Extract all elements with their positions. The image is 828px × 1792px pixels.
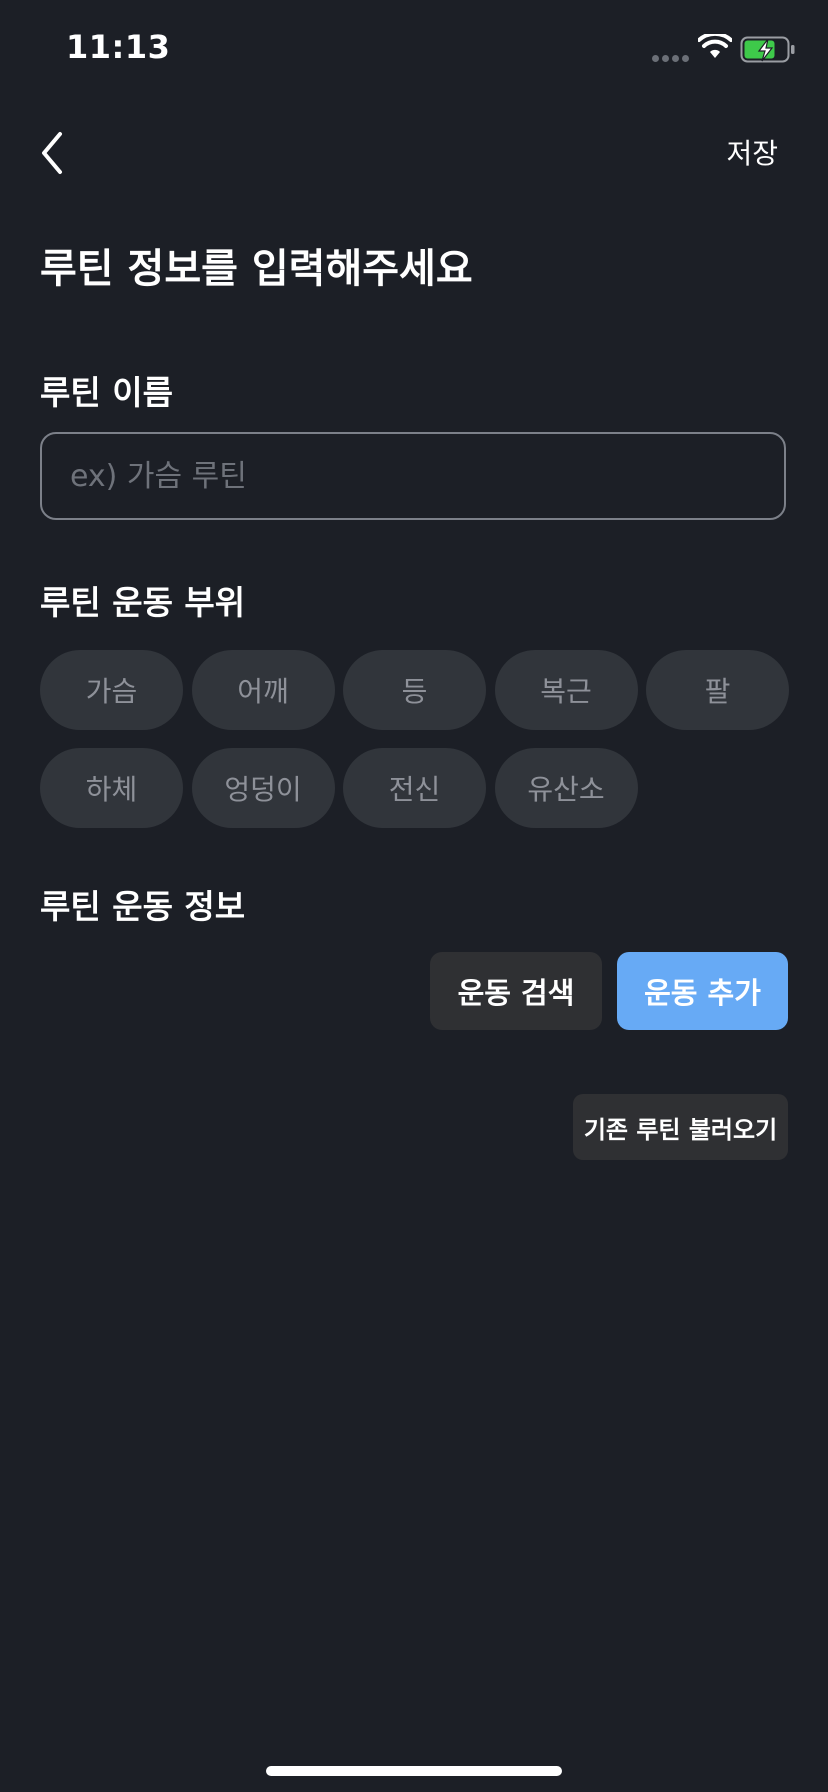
exercise-info-label: 루틴 운동 정보: [40, 887, 246, 926]
status-time: 11:13: [66, 28, 171, 66]
routine-name-label: 루틴 이름: [40, 373, 173, 412]
body-part-chip-abs[interactable]: 복근: [494, 650, 638, 730]
body-part-chip-lower-body[interactable]: 하체: [40, 748, 183, 828]
navigation-bar: 저장: [0, 110, 828, 192]
body-part-chip-arm[interactable]: 팔: [646, 650, 789, 730]
body-part-chip-chest[interactable]: 가슴: [40, 650, 183, 730]
body-part-chip-cardio[interactable]: 유산소: [494, 748, 638, 828]
page-title: 루틴 정보를 입력해주세요: [40, 246, 473, 292]
load-existing-routine-button[interactable]: 기존 루틴 불러오기: [573, 1094, 788, 1160]
wifi-icon: [697, 31, 733, 64]
status-bar: 11:13: [0, 0, 828, 100]
home-indicator[interactable]: [266, 1766, 562, 1776]
body-part-chip-back[interactable]: 등: [343, 650, 486, 730]
back-button[interactable]: [30, 128, 80, 178]
body-part-chip-group: 가슴 어깨 등 복근 팔 하체 엉덩이 전신 유산소: [40, 650, 790, 828]
battery-charging-icon: [740, 36, 796, 68]
body-part-chip-shoulder[interactable]: 어깨: [191, 650, 335, 730]
routine-name-input[interactable]: [40, 432, 786, 520]
body-parts-label: 루틴 운동 부위: [40, 583, 246, 622]
add-exercise-button[interactable]: 운동 추가: [617, 952, 788, 1030]
body-part-chip-full-body[interactable]: 전신: [343, 748, 486, 828]
search-exercise-button[interactable]: 운동 검색: [430, 952, 602, 1030]
body-part-chip-glutes[interactable]: 엉덩이: [191, 748, 335, 828]
chevron-left-icon: [42, 132, 62, 174]
cellular-signal-icon: [652, 55, 689, 62]
save-button[interactable]: 저장: [726, 132, 778, 172]
